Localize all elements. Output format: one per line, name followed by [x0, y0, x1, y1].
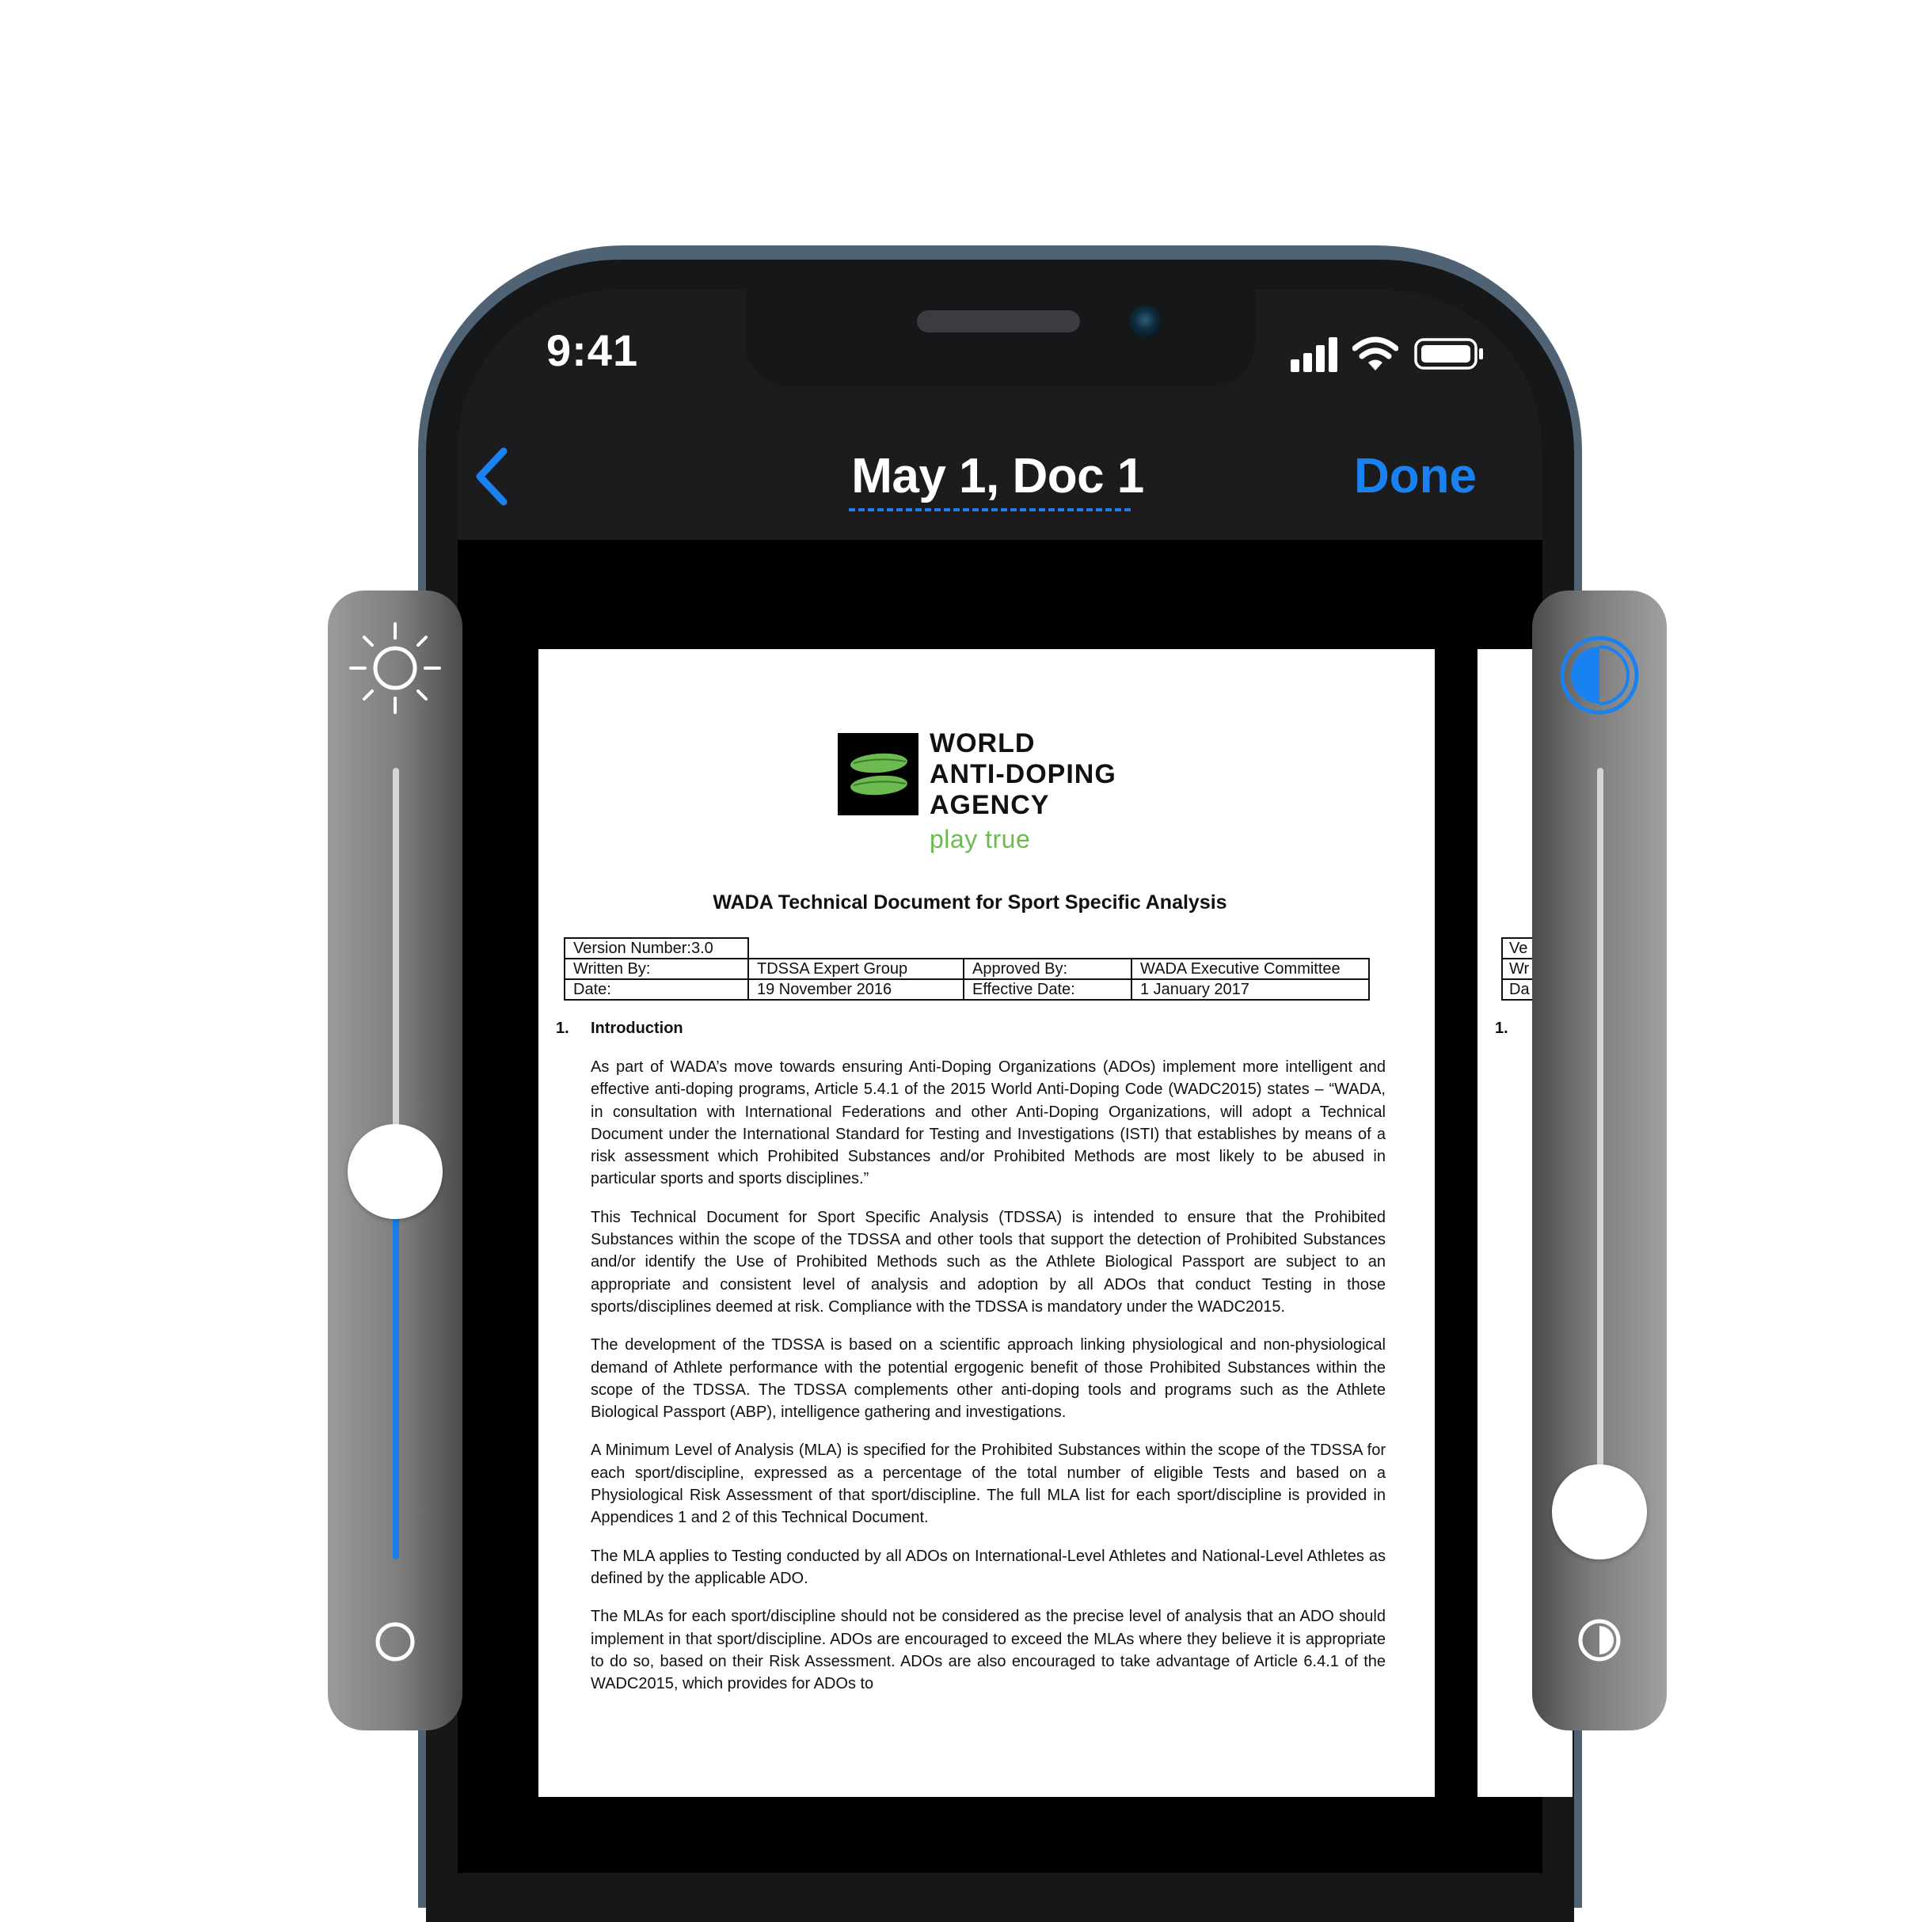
meta-cell: Date:	[564, 978, 749, 1001]
status-time: 9:41	[546, 325, 639, 375]
org-name-line: AGENCY	[930, 790, 1050, 820]
paragraph: The MLA applies to Testing conducted by …	[591, 1547, 1386, 1587]
org-name-line: ANTI-DOPING	[930, 759, 1116, 789]
meta-cell: Written By:	[564, 958, 749, 980]
back-chevron-icon[interactable]	[469, 445, 516, 508]
meta-cell: Version Number:3.0	[564, 937, 749, 959]
paragraph: As part of WADA’s move towards ensuring …	[591, 1058, 1386, 1188]
front-camera	[1129, 306, 1161, 337]
speaker-grille	[917, 310, 1080, 332]
done-button[interactable]: Done	[1354, 448, 1477, 504]
next-page-section-number: 1.	[1495, 1020, 1508, 1037]
paragraph: A Minimum Level of Analysis (MLA) is spe…	[591, 1442, 1386, 1527]
meta-cell: TDSSA Expert Group	[747, 958, 964, 980]
contrast-icon[interactable]	[1558, 634, 1641, 716]
notch	[745, 290, 1255, 386]
meta-cell: 19 November 2016	[747, 978, 964, 1001]
document-title[interactable]: May 1, Doc 1	[847, 448, 1148, 504]
document-body: As part of WADA’s move towards ensuring …	[591, 1056, 1386, 1711]
brightness-slider-panel	[328, 591, 462, 1730]
sun-icon	[349, 622, 441, 714]
wifi-icon	[1352, 336, 1398, 370]
battery-icon	[1414, 338, 1483, 370]
section-title: Introduction	[591, 1020, 683, 1037]
meta-cell-empty	[748, 938, 1369, 959]
title-edit-underline	[849, 508, 1131, 511]
meta-cell: Approved By:	[963, 958, 1132, 980]
document-meta-table: Version Number:3.0 Written By: TDSSA Exp…	[564, 937, 1370, 1001]
wada-logo	[838, 733, 918, 815]
meta-cell: 1 January 2017	[1131, 978, 1370, 1001]
contrast-track[interactable]	[1597, 768, 1603, 1512]
section-number: 1.	[556, 1020, 569, 1037]
paragraph: The MLAs for each sport/discipline shoul…	[591, 1608, 1386, 1693]
brightness-track-fill	[393, 1172, 399, 1559]
low-brightness-icon	[375, 1622, 415, 1662]
org-name-line: WORLD	[930, 728, 1036, 758]
cellular-signal-icon	[1291, 337, 1337, 372]
low-contrast-icon	[1578, 1619, 1621, 1662]
brightness-track[interactable]	[393, 768, 399, 1172]
meta-cell: Effective Date:	[963, 978, 1132, 1001]
organization-name: WORLD ANTI-DOPING AGENCY	[930, 728, 1116, 821]
paragraph: The development of the TDSSA is based on…	[591, 1336, 1386, 1422]
document-heading: WADA Technical Document for Sport Specif…	[713, 891, 1227, 914]
contrast-slider-panel	[1532, 591, 1667, 1730]
paragraph: This Technical Document for Sport Specif…	[591, 1208, 1386, 1316]
contrast-slider-thumb[interactable]	[1552, 1464, 1647, 1559]
meta-cell: WADA Executive Committee	[1131, 958, 1370, 980]
tagline: play true	[930, 825, 1031, 853]
brightness-slider-thumb[interactable]	[348, 1124, 443, 1219]
